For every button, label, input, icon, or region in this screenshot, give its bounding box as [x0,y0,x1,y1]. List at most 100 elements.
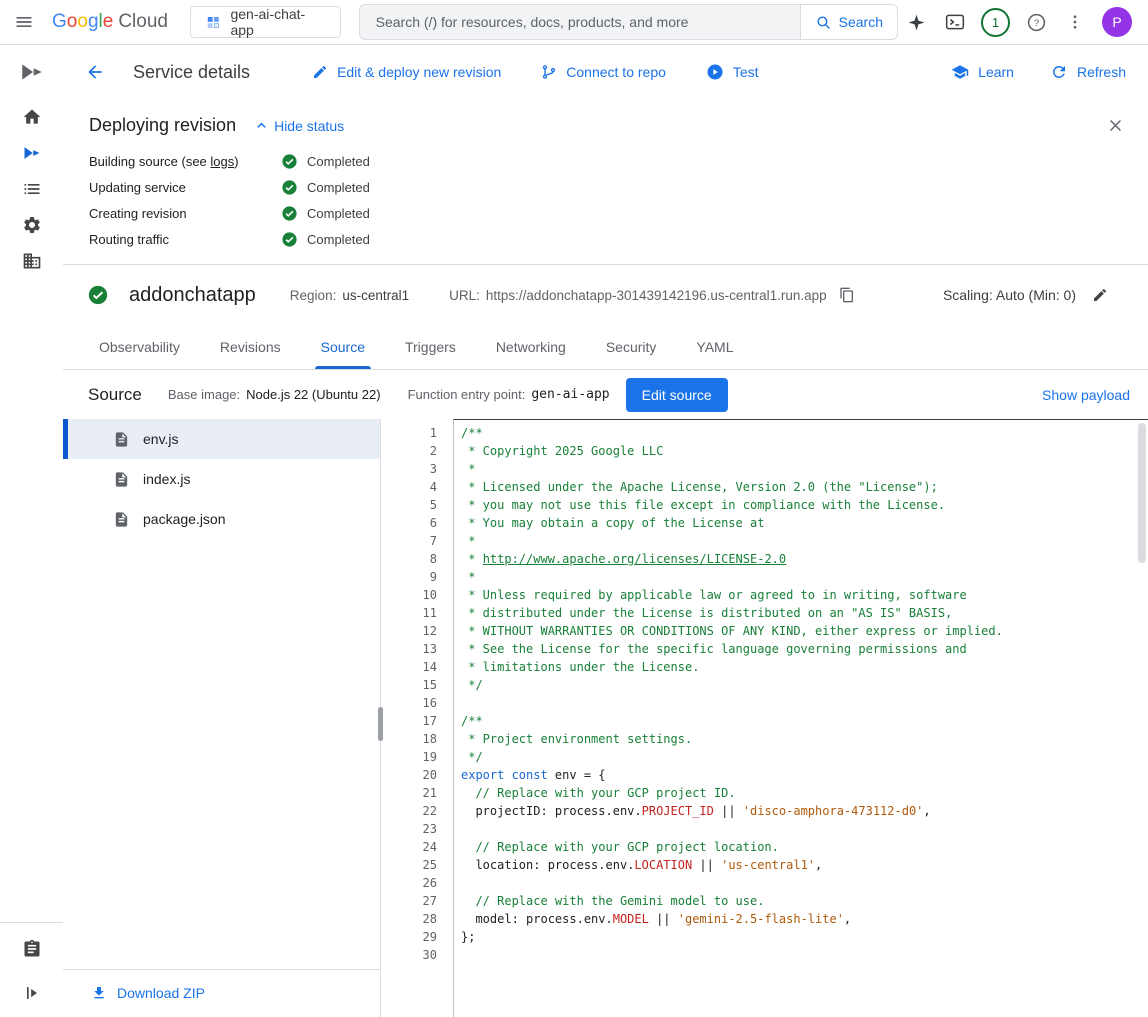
edit-scaling-icon[interactable] [1092,287,1108,303]
edit-deploy-button[interactable]: Edit & deploy new revision [312,64,501,80]
google-logo-text: Google [52,11,113,33]
deploy-step: Routing trafficCompleted [89,226,1128,252]
more-options-button[interactable] [1057,4,1093,40]
line-number: 15 [381,676,437,694]
logs-link[interactable]: logs [210,154,234,169]
deploy-step-status: Completed [281,153,370,170]
help-button[interactable]: ? [1018,4,1054,40]
line-number: 9 [381,568,437,586]
tab-revisions[interactable]: Revisions [200,325,301,369]
hide-status-toggle[interactable]: Hide status [254,118,344,134]
splitter-handle[interactable] [378,707,383,741]
tab-networking[interactable]: Networking [476,325,586,369]
panel-splitter[interactable] [380,419,381,1017]
code-line: * WITHOUT WARRANTIES OR CONDITIONS OF AN… [461,622,1136,640]
download-zip-label: Download ZIP [117,985,205,1001]
deploy-step: Building source (see logs)Completed [89,148,1128,174]
code-editor[interactable]: 1234567891011121314151617181920212223242… [381,419,1148,1017]
source-content: env.jsindex.jspackage.json Download ZIP … [63,419,1148,1017]
notifications-badge[interactable]: 1 [981,8,1010,37]
tab-yaml[interactable]: YAML [676,325,753,369]
editor-scrollbar[interactable] [1136,420,1148,1017]
code-line: * Project environment settings. [461,730,1136,748]
svg-text:?: ? [1033,18,1038,29]
pencil-icon [312,64,328,80]
close-panel-button[interactable] [1103,113,1128,138]
copy-url-button[interactable] [837,285,857,305]
tab-security[interactable]: Security [586,325,677,369]
file-icon [113,471,130,488]
test-button[interactable]: Test [706,63,759,81]
rail-bottom [0,922,63,1017]
rail-domains-button[interactable] [8,243,56,279]
code-line: * Unless required by applicable law or a… [461,586,1136,604]
code-line: // Replace with the Gemini model to use. [461,892,1136,910]
line-number: 16 [381,694,437,712]
menu-button[interactable] [6,4,42,40]
edit-source-button[interactable]: Edit source [626,378,728,412]
code-line [461,946,1136,964]
service-url-value[interactable]: https://addonchatapp-301439142196.us-cen… [486,288,827,303]
code-line: * [461,532,1136,550]
rail-cloud-run-button[interactable] [8,135,56,171]
file-list: env.jsindex.jspackage.json [63,419,380,539]
search-button[interactable]: Search [800,4,898,40]
show-payload-link[interactable]: Show payload [1042,387,1130,403]
more-vert-icon [1066,13,1084,31]
rail-settings-button[interactable] [8,207,56,243]
source-toolbar: Source Base image: Node.js 22 (Ubuntu 22… [63,370,1148,419]
tab-source[interactable]: Source [301,325,385,369]
code-line: // Replace with your GCP project ID. [461,784,1136,802]
code-line: * Licensed under the Apache License, Ver… [461,478,1136,496]
expand-panel-icon [22,983,42,1003]
page-header: Service details Edit & deploy new revisi… [63,45,1148,99]
editor-viewport: /** * Copyright 2025 Google LLC * * Lice… [453,419,1148,1017]
account-avatar[interactable]: P [1102,7,1132,37]
scrollbar-thumb[interactable] [1138,423,1146,563]
file-env.js[interactable]: env.js [63,419,380,459]
cloud-shell-button[interactable] [937,4,973,40]
search-bar: Search [359,4,898,40]
deploy-step-status: Completed [281,231,370,248]
learn-label: Learn [978,64,1014,80]
line-numbers: 1234567891011121314151617181920212223242… [381,419,453,1017]
code-line [461,874,1136,892]
repo-branch-icon [541,64,557,80]
play-icon [706,63,724,81]
learn-icon [951,63,969,81]
line-number: 21 [381,784,437,802]
code-line: * Copyright 2025 Google LLC [461,442,1136,460]
expand-panel-button[interactable] [8,975,56,1011]
search-button-label: Search [839,14,883,30]
search-input[interactable] [359,4,801,40]
line-number: 23 [381,820,437,838]
connect-repo-button[interactable]: Connect to repo [541,64,666,80]
file-package.json[interactable]: package.json [63,499,380,539]
refresh-icon [1050,63,1068,81]
refresh-button[interactable]: Refresh [1050,63,1126,81]
code-line: export const env = { [461,766,1136,784]
release-notes-button[interactable] [8,931,56,967]
cloud-run-product-icon [19,45,45,99]
gemini-button[interactable] [898,4,934,40]
tab-observability[interactable]: Observability [79,325,200,369]
rail-list-button[interactable] [8,171,56,207]
download-zip-button[interactable]: Download ZIP [63,969,380,1015]
service-status-check-icon [87,284,109,306]
tab-triggers[interactable]: Triggers [385,325,476,369]
service-header: addonchatapp Region: us-central1 URL: ht… [63,265,1148,325]
rail-home-button[interactable] [8,99,56,135]
code-line: */ [461,748,1136,766]
check-circle-icon [281,179,298,196]
close-icon [1107,117,1124,134]
hamburger-icon [14,12,34,32]
back-button[interactable] [77,54,113,90]
search-icon [815,14,832,31]
file-index.js[interactable]: index.js [63,459,380,499]
help-icon: ? [1026,12,1047,33]
scaling-info: Scaling: Auto (Min: 0) [943,287,1108,303]
line-number: 19 [381,748,437,766]
learn-button[interactable]: Learn [951,63,1014,81]
project-selector[interactable]: gen-ai-chat-app [190,6,341,38]
check-circle-icon [281,205,298,222]
